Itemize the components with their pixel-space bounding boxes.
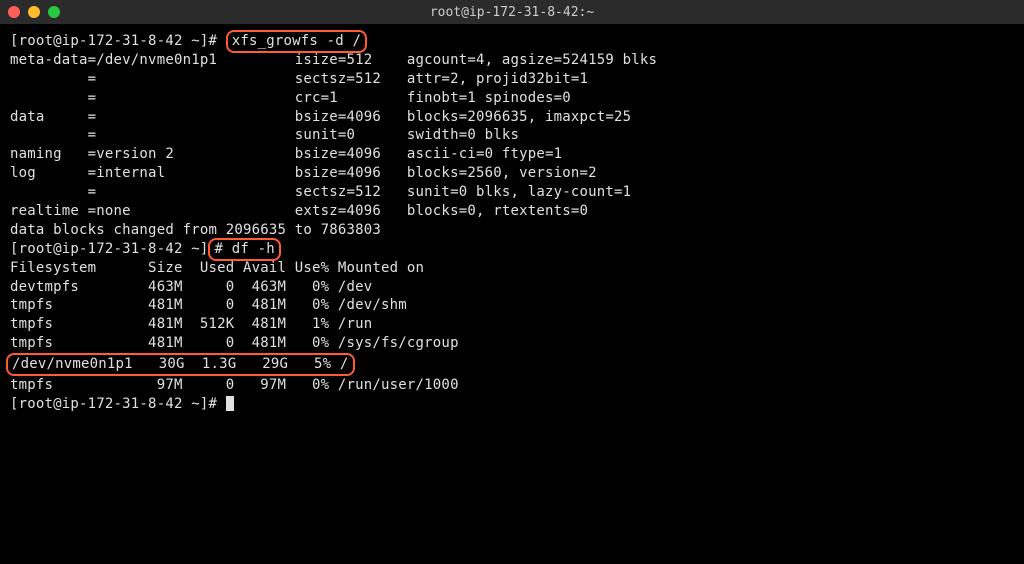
prompt: [root@ip-172-31-8-42 ~]# — [10, 33, 226, 49]
prompt: [root@ip-172-31-8-42 ~] — [10, 241, 208, 257]
maximize-button[interactable] — [48, 6, 60, 18]
df-row: devtmpfs 463M 0 463M 0% /dev — [10, 279, 372, 295]
xfs-output-line: = sectsz=512 attr=2, projid32bit=1 — [10, 71, 588, 87]
df-header: Filesystem Size Used Avail Use% Mounted … — [10, 260, 424, 276]
xfs-output-line: meta-data=/dev/nvme0n1p1 isize=512 agcou… — [10, 52, 657, 68]
df-row: tmpfs 481M 512K 481M 1% /run — [10, 316, 372, 332]
minimize-button[interactable] — [28, 6, 40, 18]
xfs-output-line: log =internal bsize=4096 blocks=2560, ve… — [10, 165, 597, 181]
close-button[interactable] — [8, 6, 20, 18]
command-xfs-growfs: xfs_growfs -d / — [226, 30, 367, 53]
df-row: tmpfs 481M 0 481M 0% /dev/shm — [10, 297, 407, 313]
cursor — [226, 396, 234, 411]
xfs-output-line: = crc=1 finobt=1 spinodes=0 — [10, 90, 571, 106]
terminal-window: root@ip-172-31-8-42:~ [root@ip-172-31-8-… — [0, 0, 1024, 564]
xfs-output-line: naming =version 2 bsize=4096 ascii-ci=0 … — [10, 146, 562, 162]
xfs-output-line: data blocks changed from 2096635 to 7863… — [10, 222, 381, 238]
df-row-highlighted: /dev/nvme0n1p1 30G 1.3G 29G 5% / — [6, 353, 355, 376]
prompt: [root@ip-172-31-8-42 ~]# — [10, 396, 226, 412]
traffic-lights — [8, 6, 60, 18]
titlebar[interactable]: root@ip-172-31-8-42:~ — [0, 0, 1024, 24]
xfs-output-line: data = bsize=4096 blocks=2096635, imaxpc… — [10, 109, 631, 125]
terminal-content[interactable]: [root@ip-172-31-8-42 ~]# xfs_growfs -d /… — [0, 24, 1024, 422]
df-row: tmpfs 97M 0 97M 0% /run/user/1000 — [10, 377, 459, 393]
xfs-output-line: = sunit=0 swidth=0 blks — [10, 127, 519, 143]
xfs-output-line: = sectsz=512 sunit=0 blks, lazy-count=1 — [10, 184, 631, 200]
command-df: # df -h — [208, 238, 280, 261]
df-row: tmpfs 481M 0 481M 0% /sys/fs/cgroup — [10, 335, 459, 351]
window-title: root@ip-172-31-8-42:~ — [430, 5, 594, 20]
xfs-output-line: realtime =none extsz=4096 blocks=0, rtex… — [10, 203, 588, 219]
